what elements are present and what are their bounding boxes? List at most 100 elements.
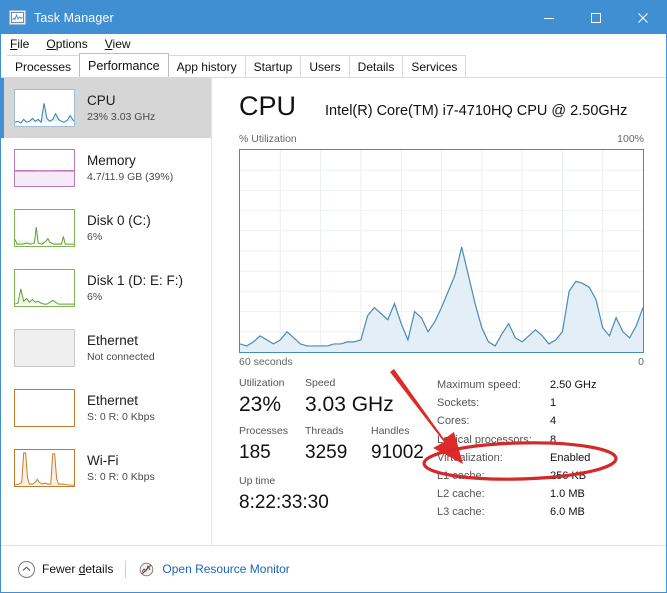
menu-file[interactable]: File (10, 37, 29, 51)
sidebar-item-ethernet[interactable]: Ethernet S: 0 R: 0 Kbps (1, 378, 211, 438)
open-resource-monitor-link[interactable]: Open Resource Monitor (138, 561, 290, 578)
resource-sidebar[interactable]: CPU 23% 3.03 GHz Memory 4.7/11.9 GB (39%… (1, 78, 212, 545)
spec-row-l1-cache: L1 cache: 256 KB (437, 467, 652, 485)
disk1-thumbnail-graph (14, 269, 75, 307)
sidebar-item-ethernet-disconnected-sub: Not connected (87, 350, 155, 363)
page-title: CPU (239, 91, 297, 121)
sidebar-item-cpu[interactable]: CPU 23% 3.03 GHz (1, 78, 211, 138)
spec-row-l3-cache: L3 cache: 6.0 MB (437, 503, 652, 521)
tab-processes[interactable]: Processes (7, 55, 81, 77)
spec-sockets-label: Sockets: (437, 397, 480, 410)
stat-threads-value: 3259 (305, 442, 348, 463)
sidebar-item-cpu-title: CPU (87, 92, 116, 108)
spec-maximum-speed-value: 2.50 GHz (550, 379, 597, 391)
maximize-button[interactable] (572, 1, 619, 34)
tab-details[interactable]: Details (348, 55, 404, 77)
graph-y-max: 100% (617, 133, 644, 145)
spec-row-l2-cache: L2 cache: 1.0 MB (437, 485, 652, 503)
spec-row-sockets: Sockets: 1 (437, 394, 652, 412)
sidebar-item-disk1[interactable]: Disk 1 (D: E: F:) 6% (1, 258, 211, 318)
sidebar-item-memory[interactable]: Memory 4.7/11.9 GB (39%) (1, 138, 211, 198)
sidebar-item-disk1-text: Disk 1 (D: E: F:) 6% (87, 273, 183, 304)
task-manager-icon (9, 10, 26, 25)
sidebar-item-cpu-sub: 23% 3.03 GHz (87, 110, 156, 123)
stat-uptime-value: 8:22:33:30 (239, 492, 329, 513)
sidebar-item-wifi-text: Wi-Fi S: 0 R: 0 Kbps (87, 453, 155, 484)
sidebar-item-wifi[interactable]: Wi-Fi S: 0 R: 0 Kbps (1, 438, 211, 498)
sidebar-item-ethernet-text: Ethernet S: 0 R: 0 Kbps (87, 393, 155, 424)
sidebar-item-ethernet-disconnected-title: Ethernet (87, 332, 139, 348)
tab-services[interactable]: Services (402, 55, 467, 77)
spec-row-virtualization: Virtualization: Enabled (437, 449, 652, 467)
stat-utilization-label: Utilization (239, 377, 285, 389)
sidebar-item-ethernet-title: Ethernet (87, 392, 139, 408)
stats-row-1: Utilization 23% Speed 3.03 GHz (239, 376, 439, 418)
sidebar-item-disk0-sub: 6% (87, 230, 103, 243)
menu-view[interactable]: View (105, 37, 131, 51)
cpu-header: CPU Intel(R) Core(TM) i7-4710HQ CPU @ 2.… (239, 91, 627, 121)
tab-strip: Processes Performance App history Startu… (1, 53, 666, 78)
tab-performance-label: Performance (88, 58, 160, 73)
tab-app-history-label: App history (176, 59, 237, 74)
spec-row-logical-processors: Logical processors: 8 (437, 431, 652, 449)
tab-app-history[interactable]: App history (167, 55, 246, 77)
menu-options-rest: ptions (55, 37, 88, 51)
stat-speed-label: Speed (305, 377, 336, 389)
stat-threads-label: Threads (305, 425, 344, 437)
fewer-details-button[interactable]: Fewer details (18, 560, 113, 578)
spec-logical-processors-label: Logical processors: (437, 433, 532, 446)
memory-thumbnail-graph (14, 149, 75, 187)
sidebar-item-wifi-sub: S: 0 R: 0 Kbps (87, 470, 155, 483)
spec-l1-cache-value: 256 KB (550, 470, 587, 483)
sidebar-item-ethernet-disconnected-text: Ethernet Not connected (87, 333, 155, 364)
spec-maximum-speed-label: Maximum speed: (437, 379, 521, 391)
graph-top-axis: % Utilization 100% (239, 133, 644, 145)
sidebar-item-disk1-sub: 6% (87, 290, 103, 303)
stat-processes-label: Processes (239, 425, 289, 437)
close-button[interactable] (619, 1, 666, 34)
menu-options[interactable]: Options (46, 37, 87, 51)
sidebar-item-wifi-title: Wi-Fi (87, 452, 119, 468)
ethernet-disconnected-thumbnail-graph (14, 329, 75, 367)
tab-startup[interactable]: Startup (244, 55, 302, 77)
stat-uptime: Up time 8:22:33:30 (239, 474, 439, 516)
spec-l3-cache-value: 6.0 MB (550, 506, 585, 519)
graph-bottom-axis: 60 seconds 0 (239, 356, 644, 368)
tab-users[interactable]: Users (300, 55, 350, 77)
spec-row-cores: Cores: 4 (437, 412, 652, 430)
spec-l2-cache-label: L2 cache: (437, 488, 485, 501)
cpu-thumbnail-graph (14, 89, 75, 127)
tab-users-label: Users (309, 59, 341, 74)
menu-file-rest: ile (17, 37, 30, 51)
graph-x-min: 0 (638, 356, 644, 368)
minimize-button[interactable] (525, 1, 572, 34)
stat-processes: Processes 185 (239, 424, 305, 466)
cpu-spec-list: Maximum speed: 2.50 GHz Sockets: 1 Cores… (437, 376, 652, 522)
status-bar: Fewer details Open Resource Monitor (1, 545, 666, 592)
stat-threads: Threads 3259 (305, 424, 371, 466)
cpu-model-label: Intel(R) Core(TM) i7-4710HQ CPU @ 2.50GH… (325, 103, 628, 119)
spec-row-maximum-speed: Maximum speed: 2.50 GHz (437, 376, 652, 394)
tab-details-label: Details (357, 59, 395, 74)
stat-speed-value: 3.03 GHz (305, 393, 394, 416)
footer-divider (125, 560, 127, 578)
sidebar-item-ethernet-disconnected[interactable]: Ethernet Not connected (1, 318, 211, 378)
cpu-utilization-chart (240, 150, 643, 352)
window-title: Task Manager (34, 10, 114, 25)
spec-l3-cache-label: L3 cache: (437, 506, 485, 519)
open-resource-monitor-label: Open Resource Monitor (162, 562, 290, 576)
spec-cores-value: 4 (550, 415, 557, 428)
stat-handles-label: Handles (371, 425, 410, 437)
fewer-details-accel: d (78, 562, 86, 576)
title-bar: Task Manager (1, 1, 666, 34)
tab-performance[interactable]: Performance (79, 53, 169, 77)
resource-monitor-icon (138, 561, 155, 578)
stats-row-2: Processes 185 Threads 3259 Handles 91002 (239, 424, 439, 466)
graph-x-duration: 60 seconds (239, 356, 293, 368)
sidebar-item-disk0-title: Disk 0 (C:) (87, 212, 151, 228)
window-controls (525, 1, 666, 34)
spec-sockets-value: 1 (550, 397, 557, 410)
sidebar-item-disk0[interactable]: Disk 0 (C:) 6% (1, 198, 211, 258)
menu-view-rest: iew (112, 37, 131, 51)
sidebar-item-disk0-text: Disk 0 (C:) 6% (87, 213, 151, 244)
